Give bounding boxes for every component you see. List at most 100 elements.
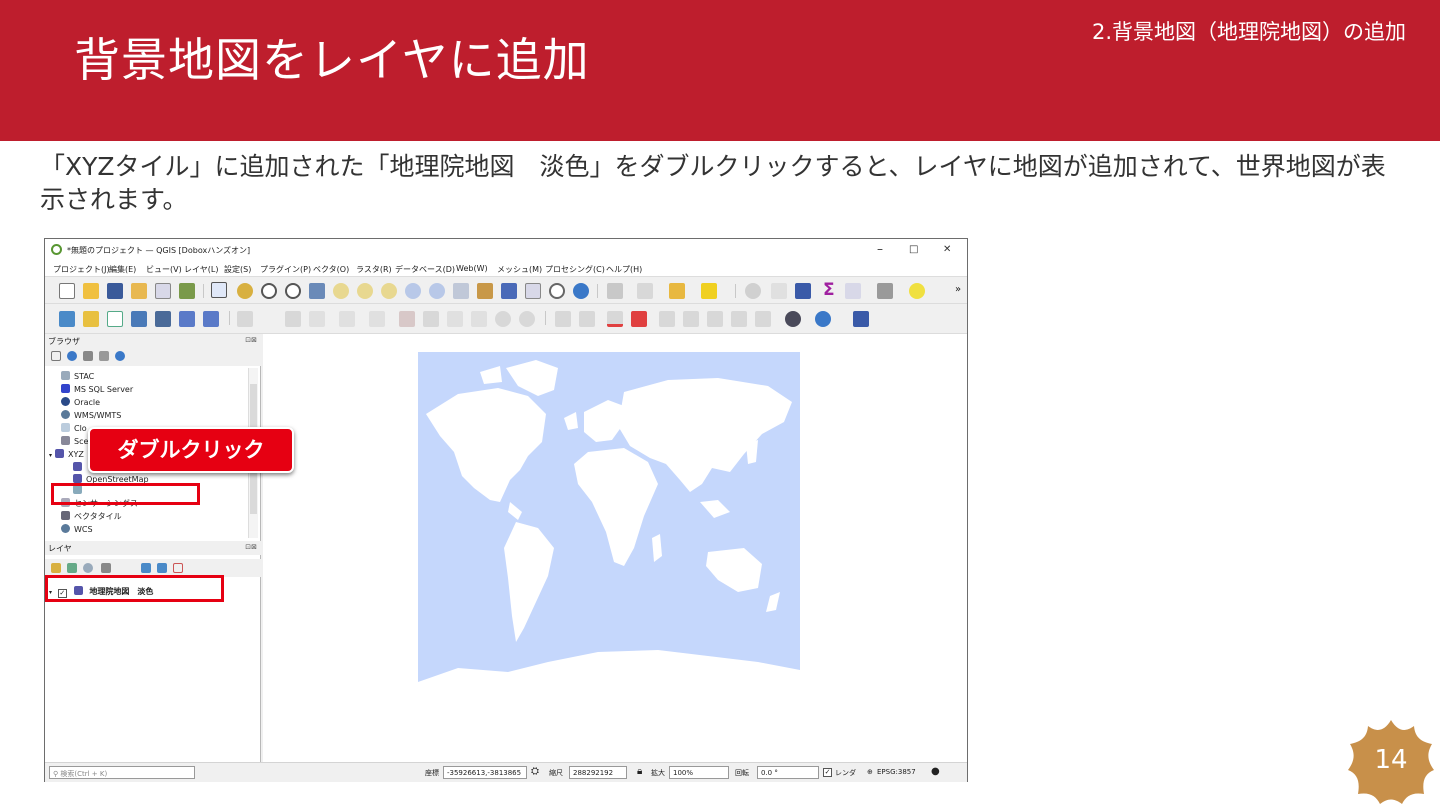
menu-raster[interactable]: ラスタ(R) (356, 264, 392, 275)
menu-web[interactable]: Web(W) (456, 264, 488, 273)
zoom-out-icon[interactable] (285, 283, 301, 299)
locator-search-input[interactable]: ⚲ 検索(Ctrl + K) (49, 766, 195, 779)
delete-selected-icon[interactable] (399, 311, 415, 327)
browser-item-wcs[interactable]: WCS (61, 524, 93, 534)
save-project-icon[interactable] (107, 283, 123, 299)
add-raster-layer-icon[interactable] (179, 311, 195, 327)
browser-panel-controls[interactable]: ⊡⊠ (245, 336, 257, 344)
browser-item-oracle[interactable]: Oracle (61, 397, 100, 410)
save-edits-icon[interactable] (285, 311, 301, 327)
statistics-sigma-icon[interactable]: Σ (823, 280, 835, 300)
show-hide-labels-icon[interactable] (755, 311, 771, 327)
maximize-button[interactable]: □ (909, 244, 918, 255)
zoom-to-layer-icon[interactable] (357, 283, 373, 299)
processing-gear-icon[interactable] (795, 283, 811, 299)
label-settings-icon[interactable] (607, 311, 623, 327)
crs-button[interactable]: EPSG:3857 (877, 768, 916, 776)
highlight-pinned-icon[interactable] (659, 311, 675, 327)
menu-view[interactable]: ビュー(V) (146, 264, 182, 275)
browser-item-scene[interactable]: Sce (61, 436, 88, 449)
coordinate-field[interactable]: -35926613,-3813865 (443, 766, 527, 779)
browser-item-wms[interactable]: WMS/WMTS (61, 410, 121, 423)
browser-item-mssql[interactable]: MS SQL Server (61, 384, 133, 397)
layout-manager-icon[interactable] (155, 283, 171, 299)
modify-attributes-icon[interactable] (369, 311, 385, 327)
annotation-icon[interactable] (877, 283, 893, 299)
digitize-icon[interactable] (309, 311, 325, 327)
menu-plugins[interactable]: プラグイン(P) (260, 264, 311, 275)
toggle-extents-icon[interactable]: ⛭ (531, 766, 539, 777)
toggle-editing-icon[interactable] (237, 311, 253, 327)
zoom-in-icon[interactable] (261, 283, 277, 299)
diagram-icon[interactable] (631, 311, 647, 327)
new-project-icon[interactable] (59, 283, 75, 299)
minimize-button[interactable]: – (877, 242, 883, 256)
data-source-manager-icon[interactable] (59, 311, 75, 327)
add-spatialite-icon[interactable] (155, 311, 171, 327)
menu-layer[interactable]: レイヤ(L) (184, 264, 218, 275)
magnifier-spinbox[interactable]: 100% (669, 766, 729, 779)
menu-database[interactable]: データベース(D) (395, 264, 455, 275)
open-project-icon[interactable] (83, 283, 99, 299)
attribute-table-icon[interactable] (771, 283, 787, 299)
layers-panel-controls[interactable]: ⊡⊠ (245, 543, 257, 551)
rotate-label-icon[interactable] (707, 311, 723, 327)
toolbar-overflow-icon[interactable]: » (955, 284, 961, 295)
browser-item-vector-tiles[interactable]: ベクタタイル (61, 511, 122, 524)
map-tips-icon[interactable] (909, 283, 925, 299)
pan-to-selection-icon[interactable] (237, 283, 253, 299)
zoom-full-icon[interactable] (309, 283, 325, 299)
new-print-layout-icon[interactable] (131, 283, 147, 299)
cut-features-icon[interactable] (423, 311, 439, 327)
bookmark-icon[interactable] (453, 283, 469, 299)
style-manager-icon[interactable] (179, 283, 195, 299)
identify-icon[interactable] (745, 283, 761, 299)
change-label-icon[interactable] (731, 311, 747, 327)
browser-item-cloud[interactable]: Clo (61, 423, 87, 436)
style-panel-icon[interactable] (51, 563, 61, 573)
close-button[interactable]: ✕ (943, 244, 951, 255)
manage-visibility-icon[interactable] (83, 563, 93, 573)
lock-scale-icon[interactable]: 🔒︎ (637, 766, 642, 777)
label-toolbar-icon[interactable] (555, 311, 571, 327)
render-checkbox[interactable]: ✓ (823, 768, 832, 777)
temporal-clock-icon[interactable] (549, 283, 565, 299)
paste-features-icon[interactable] (471, 311, 487, 327)
measure-icon[interactable] (845, 283, 861, 299)
move-label-icon[interactable] (683, 311, 699, 327)
menu-processing[interactable]: プロセシング(C) (545, 264, 605, 275)
expand-arrow-icon[interactable]: ▾ (49, 452, 52, 459)
undo-icon[interactable] (495, 311, 511, 327)
add-selected-layers-icon[interactable] (51, 351, 61, 361)
deselect-icon[interactable] (669, 283, 685, 299)
add-delimited-text-icon[interactable] (107, 311, 123, 327)
python-console-icon[interactable] (815, 311, 831, 327)
show-bookmarks-icon[interactable] (477, 283, 493, 299)
new-3d-view-icon[interactable] (525, 283, 541, 299)
vertex-tool-icon[interactable] (339, 311, 355, 327)
menu-settings[interactable]: 設定(S) (224, 264, 251, 275)
messages-icon[interactable]: ● (931, 766, 940, 777)
pan-hand-icon[interactable] (211, 282, 227, 298)
browser-item-stac[interactable]: STAC (61, 371, 94, 384)
zoom-native-icon[interactable] (381, 283, 397, 299)
copy-features-icon[interactable] (447, 311, 463, 327)
collapse-layers-icon[interactable] (157, 563, 167, 573)
browser-item-xyz[interactable]: ▾ XYZ (49, 449, 84, 462)
new-layer-icon[interactable] (83, 311, 99, 327)
redo-icon[interactable] (519, 311, 535, 327)
add-wms-layer-icon[interactable] (203, 311, 219, 327)
zoom-last-icon[interactable] (405, 283, 421, 299)
filter-legend-icon[interactable] (101, 563, 111, 573)
menu-edit[interactable]: 編集(E) (109, 264, 136, 275)
refresh-browser-icon[interactable] (67, 351, 77, 361)
metasearch-icon[interactable] (785, 311, 801, 327)
select-by-value-icon[interactable] (637, 283, 653, 299)
remove-layer-icon[interactable] (173, 563, 183, 573)
zoom-to-selection-icon[interactable] (333, 283, 349, 299)
menu-mesh[interactable]: メッシュ(M) (497, 264, 542, 275)
scale-combo[interactable]: 288292192 (569, 766, 627, 779)
expand-all-icon[interactable] (141, 563, 151, 573)
new-map-view-icon[interactable] (501, 283, 517, 299)
select-by-location-icon[interactable] (701, 283, 717, 299)
